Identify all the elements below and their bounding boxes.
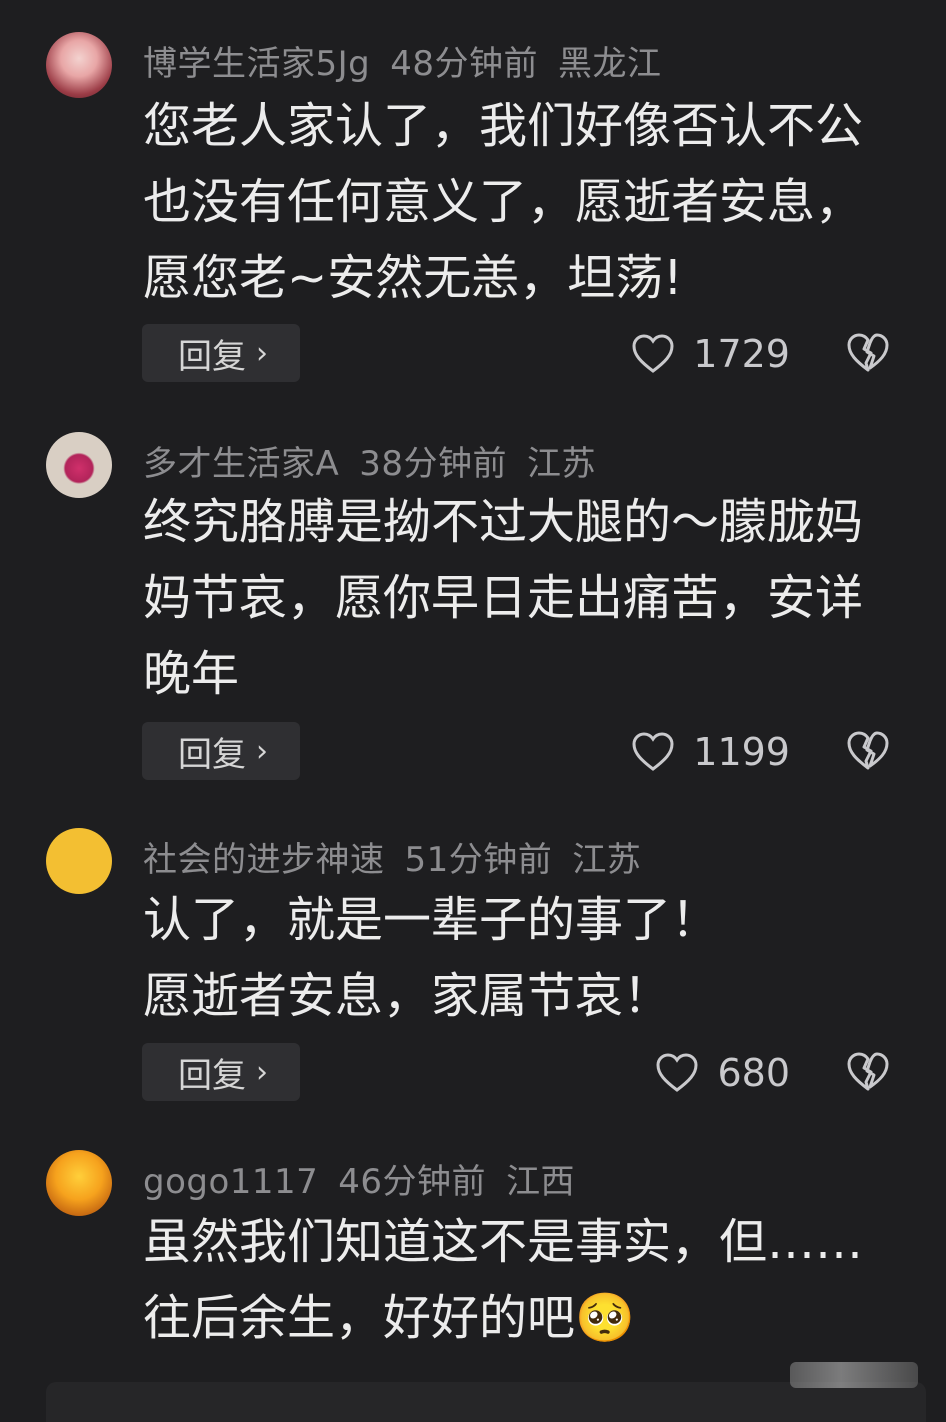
- comment-meta: gogo1117 46分钟前 江西: [143, 1154, 595, 1203]
- comment-line: 往后余生，好好的吧🥺: [143, 1280, 903, 1356]
- comment-text: 终究胳膊是拗不过大腿的～朦胧妈 妈节哀，愿你早日走出痛苦，安详 晚年: [143, 484, 903, 712]
- heart-outline-icon: [656, 1053, 698, 1092]
- comment-meta: 社会的进步神速 51分钟前 江苏: [143, 832, 661, 881]
- reply-label: 回复: [178, 1055, 246, 1096]
- username[interactable]: gogo1117: [143, 1162, 318, 1202]
- reply-label: 回复: [178, 336, 246, 377]
- watermark: [790, 1362, 918, 1388]
- dislike-button[interactable]: [846, 730, 890, 776]
- like-count: 680: [717, 1051, 790, 1095]
- timestamp: 48分钟前: [390, 44, 539, 84]
- chevron-right-icon: ›: [256, 1054, 268, 1090]
- location: 江西: [506, 1162, 576, 1202]
- avatar[interactable]: [46, 1150, 112, 1216]
- location: 江苏: [527, 444, 597, 484]
- location: 黑龙江: [558, 44, 662, 84]
- comment-line: 愿您老~安然无恙，坦荡!: [143, 250, 683, 306]
- username[interactable]: 博学生活家5Jg: [143, 44, 370, 84]
- timestamp: 46分钟前: [338, 1162, 487, 1202]
- reply-input-bar[interactable]: [46, 1382, 926, 1422]
- location: 江苏: [572, 840, 642, 880]
- dislike-button[interactable]: [846, 332, 890, 378]
- reply-button[interactable]: 回复 ›: [142, 324, 300, 382]
- comment-line: 妈节哀，愿你早日走出痛苦，安详: [143, 570, 864, 626]
- comment-line: 您老人家认了，我们好像否认不公: [143, 98, 864, 154]
- like-count: 1729: [693, 332, 790, 376]
- timestamp: 51分钟前: [404, 840, 553, 880]
- dislike-button[interactable]: [846, 1051, 890, 1097]
- comment-meta: 多才生活家A 38分钟前 江苏: [143, 436, 616, 485]
- heart-outline-icon: [632, 732, 674, 771]
- comment-line: 也没有任何意义了，愿逝者安息，: [143, 174, 864, 230]
- comment-text: 您老人家认了，我们好像否认不公 也没有任何意义了，愿逝者安息， 愿您老~安然无恙…: [143, 88, 903, 316]
- comment-line: 愿逝者安息，家属节哀！: [143, 968, 672, 1024]
- chevron-right-icon: ›: [256, 335, 268, 371]
- like-button[interactable]: 1199: [631, 730, 790, 774]
- chevron-right-icon: ›: [256, 733, 268, 769]
- like-button[interactable]: 680: [655, 1051, 790, 1095]
- reply-label: 回复: [178, 734, 246, 775]
- comment-line: 晚年: [143, 646, 240, 702]
- comment-line-text: 往后余生，好好的吧: [143, 1290, 576, 1346]
- broken-heart-icon: [847, 333, 889, 372]
- comment-text: 认了，就是一辈子的事了！ 愿逝者安息，家属节哀！: [143, 882, 903, 1034]
- comment-line: 虽然我们知道这不是事实，但……: [143, 1214, 864, 1270]
- avatar[interactable]: [46, 828, 112, 894]
- avatar[interactable]: [46, 432, 112, 498]
- reply-button[interactable]: 回复 ›: [142, 1043, 300, 1101]
- comment-line: 认了，就是一辈子的事了！: [143, 892, 720, 948]
- comment-meta: 博学生活家5Jg 48分钟前 黑龙江: [143, 36, 682, 85]
- like-count: 1199: [693, 730, 790, 774]
- heart-outline-icon: [632, 334, 674, 373]
- broken-heart-icon: [847, 731, 889, 770]
- avatar[interactable]: [46, 32, 112, 98]
- username[interactable]: 多才生活家A: [143, 444, 339, 484]
- pleading-face-emoji-icon: 🥺: [575, 1290, 635, 1346]
- reply-button[interactable]: 回复 ›: [142, 722, 300, 780]
- comment-line: 终究胳膊是拗不过大腿的～朦胧妈: [143, 494, 864, 550]
- broken-heart-icon: [847, 1052, 889, 1091]
- timestamp: 38分钟前: [359, 444, 508, 484]
- like-button[interactable]: 1729: [631, 332, 790, 376]
- username[interactable]: 社会的进步神速: [143, 840, 385, 880]
- comment-text: 虽然我们知道这不是事实，但…… 往后余生，好好的吧🥺: [143, 1204, 903, 1356]
